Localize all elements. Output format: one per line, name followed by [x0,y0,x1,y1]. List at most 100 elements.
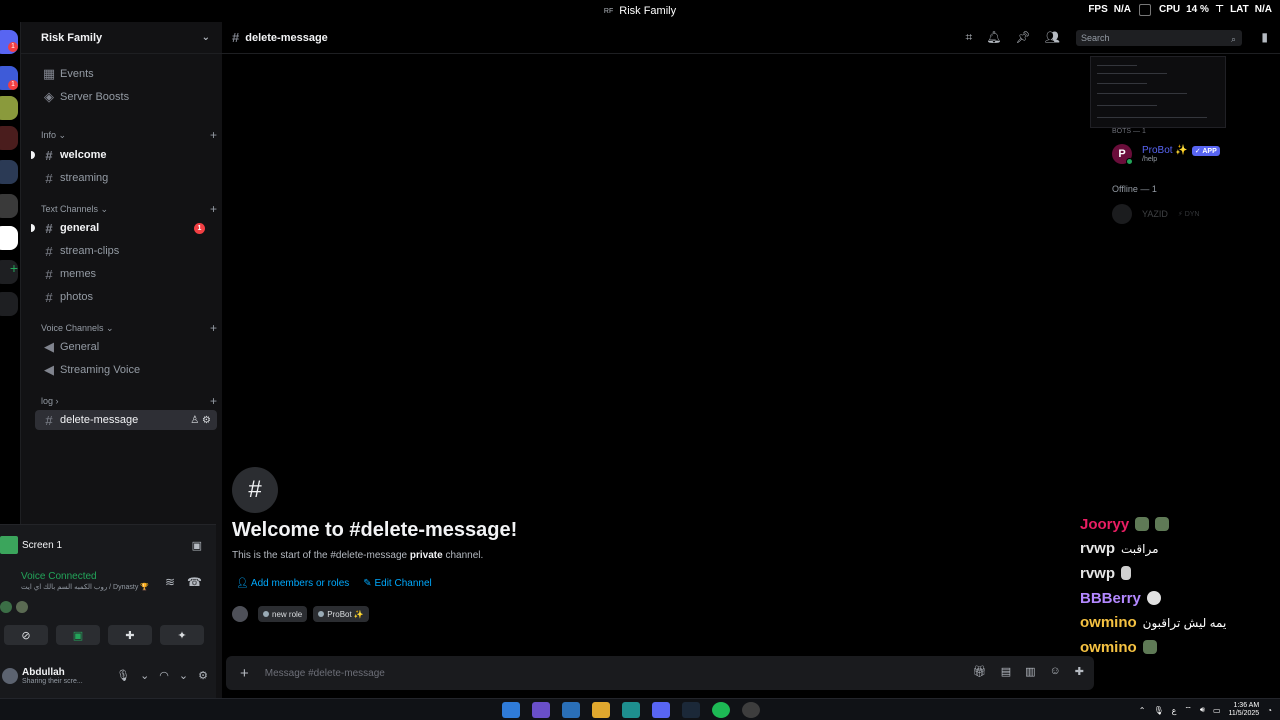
channel-welcome[interactable]: # welcome [31,145,217,165]
activities-button[interactable]: ✚ [108,625,152,645]
threads-icon[interactable]: ⌗ [966,30,973,45]
notification-icon[interactable]: ◔ [1267,706,1272,715]
category-log[interactable]: log › + [41,394,217,408]
gear-icon[interactable]: ⚙ [202,415,211,426]
speaker-icon: ◀ [44,339,54,354]
microphone-icon[interactable]: 🎙︎ [1153,706,1163,715]
inbox-icon[interactable]: ▮ [1261,30,1268,44]
user-info[interactable]: Abdullah Sharing their scre... [22,667,83,685]
add-channel-icon[interactable]: + [210,128,217,142]
bell-icon[interactable]: 🔔︎ [986,30,1001,45]
server-icon[interactable] [0,194,18,218]
server-icon[interactable] [0,226,18,250]
avatar[interactable] [2,668,18,684]
microphone-icon[interactable]: 🎙 [116,669,130,682]
member-yazid[interactable]: YAZID ⚡ DYN [1112,204,1199,224]
role-color-dot [318,611,325,617]
channel-photos[interactable]: # photos [35,287,217,307]
chevron-down-icon[interactable]: ⌄ [140,669,149,682]
emoji-icon[interactable]: ☺ [1050,665,1061,678]
apps-icon[interactable]: ✚ [1075,665,1084,678]
settings-gear-icon[interactable]: ⚙ [198,669,208,682]
attach-plus-icon[interactable]: + [240,665,249,682]
lat-label: LAT [1230,4,1249,15]
voice-channel-streaming[interactable]: ◀ Streaming Voice [35,360,217,380]
server-icon[interactable] [0,160,18,184]
invite-icon[interactable]: ♙ [190,415,199,426]
store-icon[interactable] [562,702,580,718]
soundboard-button[interactable]: ✦ [160,625,204,645]
gift-icon[interactable]: 🎁︎ [973,665,987,678]
screen-share-button[interactable]: ▣ [56,625,100,645]
language-indicator[interactable]: ع [1172,706,1177,715]
header-actions: ⌗ 🔔︎ 📌︎ 👥︎ [966,30,1060,45]
add-channel-icon[interactable]: + [210,394,217,408]
member-probot[interactable]: P ProBot ✨ ✓ APP /help [1112,144,1220,165]
chevron-up-icon[interactable]: ⌃ [1139,706,1146,715]
spotify-icon[interactable] [712,702,730,718]
add-server-icon[interactable]: + [0,260,18,284]
start-windows-icon[interactable] [502,702,520,718]
channel-label: general [60,222,100,234]
headphones-icon[interactable]: ◠ [159,669,169,682]
emote-icon [1121,566,1132,581]
channel-memes[interactable]: # memes [35,264,217,284]
voice-channel-general[interactable]: ◀ General [35,337,217,357]
avatar [232,606,248,622]
noise-suppression-icon[interactable]: ≋ [165,575,175,589]
offline-category-label: Offline — 1 [1112,184,1157,194]
chevron-down-icon[interactable]: ⌄ [179,669,188,682]
stream-preview-row[interactable]: Screen 1 ▣ [0,533,216,557]
role-pill[interactable]: new role [258,606,308,622]
add-channel-icon[interactable]: + [210,321,217,335]
server-header[interactable]: Risk Family ⌄ [21,22,222,54]
clock-time: 1:36 AM [1233,702,1260,709]
edit-channel-link[interactable]: ✎ Edit Channel [363,578,431,589]
category-info[interactable]: Info ⌄ + [41,128,217,142]
voice-status[interactable]: Voice Connected [21,571,97,582]
monitor-icon [1139,4,1151,16]
chrome-icon[interactable] [742,702,760,718]
channel-streaming[interactable]: # streaming [35,168,217,188]
gif-icon[interactable]: ▤ [1001,665,1011,678]
category-label: log [41,396,54,406]
edge-icon[interactable] [622,702,640,718]
channel-general[interactable]: # general 1 [31,218,217,238]
add-members-link[interactable]: 👤︎ Add members or roles [236,578,349,589]
pin-icon[interactable]: 📌︎ [1016,30,1031,45]
performance-overlay: FPS N/A CPU 14 % ⊤ LAT N/A [1088,4,1272,16]
add-channel-icon[interactable]: + [210,202,217,216]
discover-icon[interactable] [0,292,18,316]
role-pill[interactable]: ProBot ✨ [313,606,369,622]
battery-icon[interactable]: ▭ [1213,706,1221,715]
server-icon[interactable] [0,96,18,120]
category-text-channels[interactable]: Text Channels ⌄ + [41,202,217,216]
channel-label: General [60,341,100,353]
copilot-icon[interactable] [532,702,550,718]
members-icon[interactable]: 👥︎ [1045,30,1060,45]
channel-label: Streaming Voice [60,364,141,376]
category-voice-channels[interactable]: Voice Channels ⌄ + [41,321,217,335]
clock[interactable]: 1:36 AM 11/5/2025 [1229,702,1260,718]
category-label: Text Channels [41,203,99,214]
steam-icon[interactable] [682,702,700,718]
file-explorer-icon[interactable] [592,702,610,718]
stream-chat-line: owmino يمه ليش تراقبون [1080,610,1276,635]
search-placeholder: Search [1081,33,1110,43]
channel-stream-clips[interactable]: # stream-clips [35,241,217,261]
search-input[interactable]: Search ⌕ [1076,30,1242,46]
sidebar-item-server-boosts[interactable]: ◈ Server Boosts [35,87,217,107]
chat-username: rvwp [1080,564,1116,582]
wifi-icon[interactable]: ⌔ [1184,705,1192,715]
disconnect-icon[interactable]: ☎ [187,575,202,589]
sidebar-item-events[interactable]: ▦ Events [35,64,217,84]
channel-delete-message[interactable]: # delete-message ♙ ⚙ [35,410,217,430]
message-composer[interactable]: + Message #delete-message 🎁︎ ▤ ▥ ☺ ✚ [226,656,1094,690]
discord-icon[interactable] [652,702,670,718]
sticker-icon[interactable]: ▥ [1025,665,1035,678]
stop-stream-icon[interactable]: ▣ [192,539,202,552]
server-icon[interactable] [0,126,18,150]
volume-icon[interactable]: 🔊︎ [1200,705,1205,715]
camera-off-button[interactable]: ⊘ [4,625,48,645]
home-badge: 1 [8,42,18,52]
